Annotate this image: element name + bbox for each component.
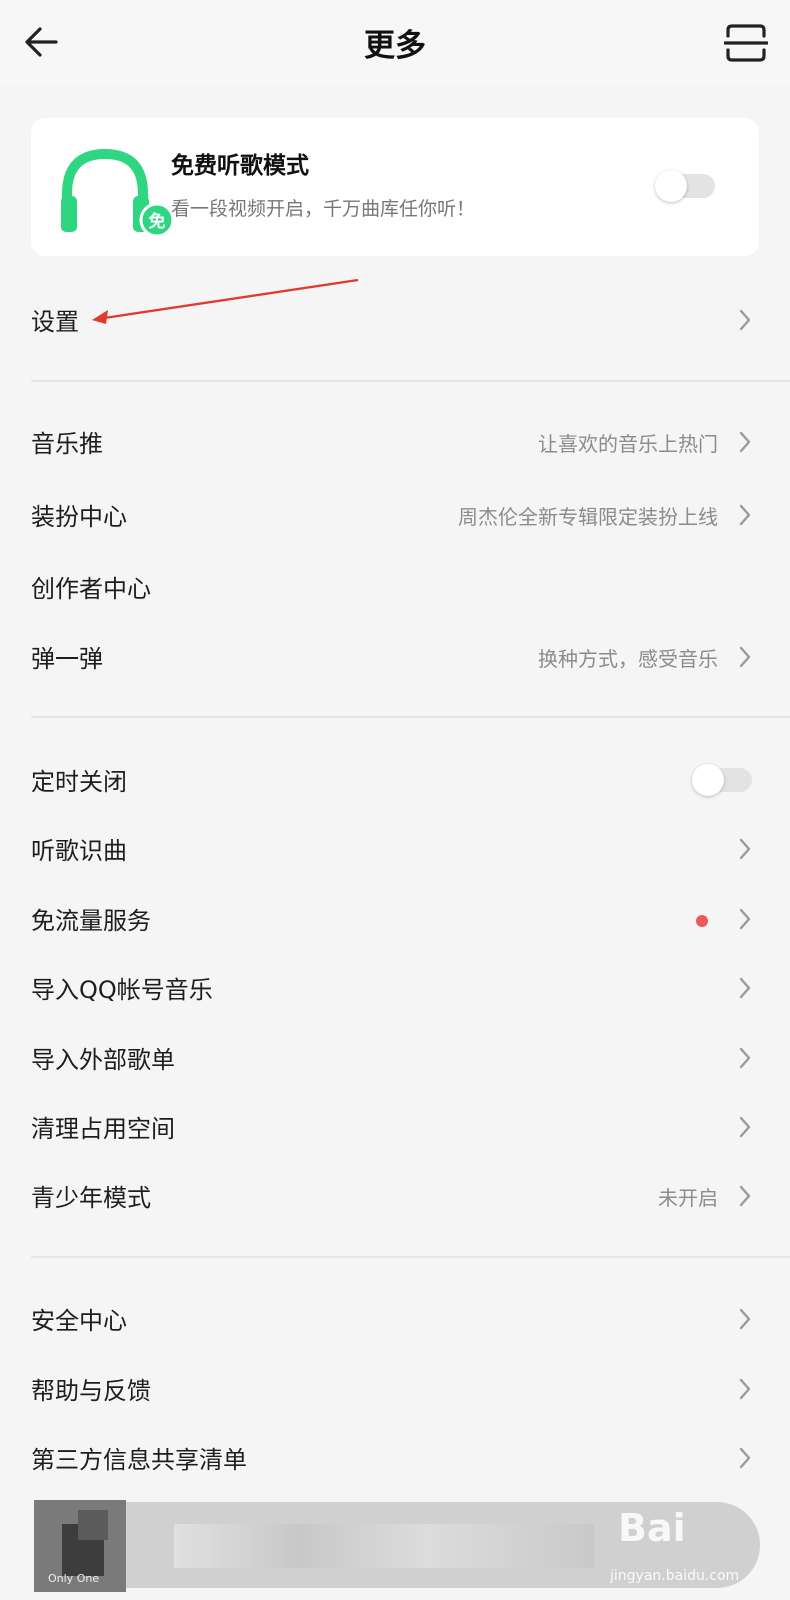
row-hint: 换种方式，感受音乐 <box>538 647 718 671</box>
creator-center-row[interactable]: 创作者中心 <box>0 553 790 621</box>
row-label: 听歌识曲 <box>31 837 127 865</box>
chevron-right-icon <box>739 1308 751 1330</box>
row-label: 清理占用空间 <box>31 1115 175 1143</box>
section-divider <box>31 716 790 718</box>
chevron-right-icon <box>739 977 751 999</box>
data-free-service-row[interactable]: 免流量服务 <box>0 885 790 953</box>
notification-dot <box>696 915 708 927</box>
third-party-sharing-row[interactable]: 第三方信息共享清单 <box>0 1424 790 1492</box>
section-divider <box>31 380 790 382</box>
music-promo-row[interactable]: 音乐推 让喜欢的音乐上热门 <box>0 408 790 476</box>
help-feedback-row[interactable]: 帮助与反馈 <box>0 1355 790 1423</box>
row-label: 导入QQ帐号音乐 <box>31 976 213 1004</box>
clear-storage-row[interactable]: 清理占用空间 <box>0 1093 790 1161</box>
cover-blur-block <box>78 1510 108 1540</box>
row-label: 创作者中心 <box>31 575 151 603</box>
row-label: 设置 <box>31 308 79 336</box>
chevron-right-icon <box>739 646 751 668</box>
section-divider <box>31 1256 790 1258</box>
row-label: 装扮中心 <box>31 503 127 531</box>
row-label: 弹一弹 <box>31 645 103 673</box>
chevron-right-icon <box>739 1047 751 1069</box>
chevron-right-icon <box>739 838 751 860</box>
toggle-knob <box>692 764 724 796</box>
row-label: 第三方信息共享清单 <box>31 1446 247 1474</box>
promo-subtitle: 看一段视频开启，千万曲库任你听！ <box>171 198 476 220</box>
chevron-right-icon <box>739 504 751 526</box>
blurred-song-info <box>174 1524 594 1568</box>
chevron-right-icon <box>739 1447 751 1469</box>
row-label: 安全中心 <box>31 1307 127 1335</box>
row-label: 导入外部歌单 <box>31 1046 175 1074</box>
chevron-right-icon <box>739 309 751 331</box>
promo-badge-text: 免 <box>149 211 166 232</box>
chevron-right-icon <box>739 1185 751 1207</box>
row-hint: 周杰伦全新专辑限定装扮上线 <box>458 505 718 529</box>
security-center-row[interactable]: 安全中心 <box>0 1285 790 1353</box>
song-recognition-row[interactable]: 听歌识曲 <box>0 815 790 883</box>
chevron-right-icon <box>739 908 751 930</box>
watermark-logo: Bai <box>618 1506 686 1550</box>
toggle-knob <box>655 170 687 202</box>
row-label: 青少年模式 <box>31 1184 151 1212</box>
row-hint: 让喜欢的音乐上热门 <box>538 432 718 456</box>
bounce-row[interactable]: 弹一弹 换种方式，感受音乐 <box>0 623 790 691</box>
watermark-domain: jingyan.baidu.com <box>610 1568 740 1584</box>
row-label: 定时关闭 <box>31 768 127 796</box>
scan-icon[interactable] <box>724 22 768 64</box>
import-playlist-row[interactable]: 导入外部歌单 <box>0 1024 790 1092</box>
free-mode-toggle[interactable] <box>655 170 715 202</box>
row-label: 免流量服务 <box>31 907 151 935</box>
top-bar: 更多 <box>0 0 790 86</box>
headphones-icon: 免 <box>61 148 175 238</box>
cover-text: Only One <box>48 1572 100 1585</box>
free-listening-card[interactable]: 免 免费听歌模式 看一段视频开启，千万曲库任你听！ <box>31 118 759 256</box>
sleep-timer-toggle[interactable] <box>692 764 752 796</box>
page-title: 更多 <box>364 28 426 64</box>
row-label: 帮助与反馈 <box>31 1377 151 1405</box>
baidu-watermark: Bai jingyan.baidu.com <box>598 1498 758 1594</box>
promo-title: 免费听歌模式 <box>171 153 309 179</box>
import-qq-music-row[interactable]: 导入QQ帐号音乐 <box>0 954 790 1022</box>
chevron-right-icon <box>739 1378 751 1400</box>
chevron-right-icon <box>739 1116 751 1138</box>
row-label: 音乐推 <box>31 430 103 458</box>
settings-row[interactable]: 设置 <box>0 286 790 354</box>
chevron-right-icon <box>739 431 751 453</box>
row-hint: 未开启 <box>658 1186 718 1210</box>
sleep-timer-row[interactable]: 定时关闭 <box>0 746 790 814</box>
album-cover[interactable]: Only One <box>34 1500 126 1592</box>
theme-center-row[interactable]: 装扮中心 周杰伦全新专辑限定装扮上线 <box>0 481 790 549</box>
teen-mode-row[interactable]: 青少年模式 未开启 <box>0 1162 790 1230</box>
